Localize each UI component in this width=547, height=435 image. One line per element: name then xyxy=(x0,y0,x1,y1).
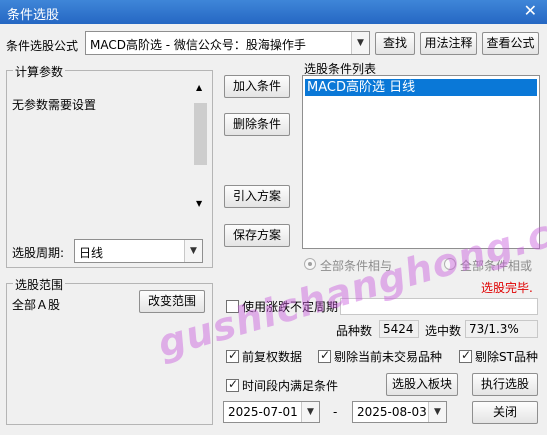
use-period-checkbox[interactable] xyxy=(226,300,239,313)
add-condition-button[interactable]: 加入条件 xyxy=(224,75,290,98)
all-or-radio[interactable] xyxy=(444,258,456,270)
exclude-untraded-label: 剔除当前未交易品种 xyxy=(334,350,443,364)
count-value: 5424 xyxy=(379,320,419,338)
formula-label: 条件选股公式 xyxy=(6,39,79,53)
period-label: 选股周期: xyxy=(12,246,65,260)
date-from-value: 2025-07-01 xyxy=(228,405,298,419)
pre-adjust-label: 前复权数据 xyxy=(242,350,303,364)
time-range-label: 时间段内满足条件 xyxy=(242,379,339,393)
chevron-down-icon[interactable]: ▼ xyxy=(351,32,369,54)
execute-button[interactable]: 执行选股 xyxy=(472,373,538,396)
chevron-down-icon[interactable]: ▼ xyxy=(184,240,202,262)
date-to-value: 2025-08-03 xyxy=(357,405,427,419)
chevron-down-icon[interactable]: ▼ xyxy=(301,402,319,422)
scroll-up-icon[interactable]: ▲ xyxy=(196,83,202,92)
pre-adjust-checkbox[interactable] xyxy=(226,348,239,363)
window-title: 条件选股 xyxy=(7,8,60,23)
params-legend: 计算参数 xyxy=(13,63,66,80)
close-button[interactable]: 关闭 xyxy=(472,401,538,424)
condition-list[interactable]: MACD高阶选 日线 xyxy=(302,75,540,249)
title-bar: 条件选股 ✕ xyxy=(0,0,547,24)
find-button[interactable]: 查找 xyxy=(375,32,415,55)
import-plan-button[interactable]: 引入方案 xyxy=(224,185,290,208)
date-separator: - xyxy=(333,405,338,419)
all-or-label: 全部条件相或 xyxy=(460,259,533,273)
list-item[interactable]: MACD高阶选 日线 xyxy=(305,79,537,96)
selected-value: 73/1.3% xyxy=(465,320,538,338)
params-scrollbar[interactable]: ▲ ▼ xyxy=(193,83,208,213)
selected-label: 选中数 xyxy=(425,324,462,338)
period-value: 日线 xyxy=(79,246,104,260)
all-and-label: 全部条件相与 xyxy=(320,259,393,273)
period-select[interactable]: 日线 ▼ xyxy=(74,239,203,263)
scroll-down-icon[interactable]: ▼ xyxy=(196,199,202,208)
scroll-thumb[interactable] xyxy=(194,103,207,165)
exclude-untraded-checkbox[interactable] xyxy=(318,348,331,363)
time-range-checkbox[interactable] xyxy=(226,377,239,392)
usage-notes-button[interactable]: 用法注释 xyxy=(420,32,477,55)
save-plan-button[interactable]: 保存方案 xyxy=(224,224,290,247)
range-value: 全部Ａ股 xyxy=(12,298,61,312)
exclude-st-checkbox[interactable] xyxy=(459,348,472,363)
date-to-picker[interactable]: 2025-08-03 ▼ xyxy=(352,401,447,423)
period-input[interactable] xyxy=(340,298,538,315)
view-formula-button[interactable]: 查看公式 xyxy=(482,32,539,55)
all-and-radio[interactable] xyxy=(304,258,316,270)
close-icon[interactable]: ✕ xyxy=(524,1,537,20)
remove-condition-button[interactable]: 删除条件 xyxy=(224,113,290,136)
status-text: 选股完毕. xyxy=(481,281,533,295)
to-block-button[interactable]: 选股入板块 xyxy=(386,373,458,396)
exclude-st-label: 剔除ST品种 xyxy=(475,350,538,364)
range-legend: 选股范围 xyxy=(13,276,66,293)
params-empty-text: 无参数需要设置 xyxy=(12,98,97,112)
date-from-picker[interactable]: 2025-07-01 ▼ xyxy=(223,401,320,423)
count-label: 品种数 xyxy=(336,324,373,338)
change-range-button[interactable]: 改变范围 xyxy=(139,290,205,313)
use-period-label: 使用涨跌不定周期 xyxy=(242,300,339,314)
formula-select[interactable]: MACD高阶选 - 微信公众号：股海操作手 ▼ xyxy=(85,31,370,55)
formula-value: MACD高阶选 - 微信公众号：股海操作手 xyxy=(90,38,306,52)
chevron-down-icon[interactable]: ▼ xyxy=(428,402,446,422)
